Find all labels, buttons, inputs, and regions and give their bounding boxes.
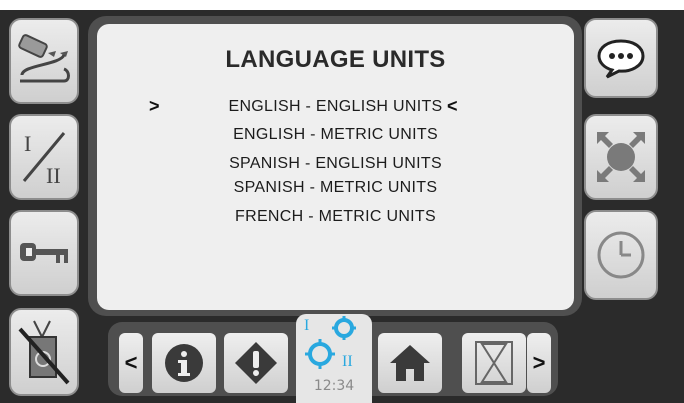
info-icon: [165, 344, 203, 382]
svg-text:I: I: [304, 317, 309, 334]
home-icon: [390, 345, 430, 381]
option-english-metric[interactable]: ENGLISH - METRIC UNITS: [97, 126, 574, 144]
mode-one-two-icon: I II: [22, 131, 66, 188]
clock-button[interactable]: [584, 210, 658, 300]
sensor-tilt-icon: [18, 34, 70, 83]
nav-next-button[interactable]: >: [527, 333, 551, 393]
clock-icon: [597, 231, 645, 279]
key-button[interactable]: [9, 210, 79, 296]
svg-text:II: II: [46, 163, 61, 188]
hourglass-button[interactable]: [462, 333, 526, 393]
fullscreen-disabled-button[interactable]: [584, 114, 658, 200]
nav-prev-button[interactable]: <: [119, 333, 143, 393]
chat-button[interactable]: [584, 18, 658, 98]
warning-icon: [235, 342, 277, 384]
antenna-disabled-button[interactable]: [9, 308, 79, 396]
settings-gears-icon: I II: [304, 316, 356, 370]
svg-text:II: II: [342, 353, 353, 370]
key-icon: [20, 243, 68, 263]
option-spanish-english[interactable]: SPANISH - ENGLISH UNITS: [97, 155, 574, 173]
info-button[interactable]: [152, 333, 216, 393]
hourglass-icon: [475, 341, 513, 385]
fullscreen-disabled-icon: [597, 132, 645, 182]
chat-bubble-icon: [597, 39, 645, 79]
antenna-disabled-icon: [18, 320, 70, 385]
option-spanish-metric[interactable]: SPANISH - METRIC UNITS: [97, 179, 574, 197]
svg-text:I: I: [24, 131, 31, 156]
language-units-screen: LANGUAGE UNITS > < ENGLISH - ENGLISH UNI…: [97, 24, 574, 310]
home-button[interactable]: [378, 333, 442, 393]
page-title: LANGUAGE UNITS: [225, 46, 446, 73]
option-french-metric[interactable]: FRENCH - METRIC UNITS: [97, 208, 574, 226]
sensor-tilt-button[interactable]: [9, 18, 79, 104]
mode-one-two-button[interactable]: I II: [9, 114, 79, 200]
device-frame: I II LANGUAGE UNITS > < ENGLISH - ENGLIS…: [0, 0, 684, 403]
warning-button[interactable]: [224, 333, 288, 393]
clock-time-readout: 12:34: [313, 378, 355, 394]
option-english-english[interactable]: ENGLISH - ENGLISH UNITS: [97, 98, 574, 116]
